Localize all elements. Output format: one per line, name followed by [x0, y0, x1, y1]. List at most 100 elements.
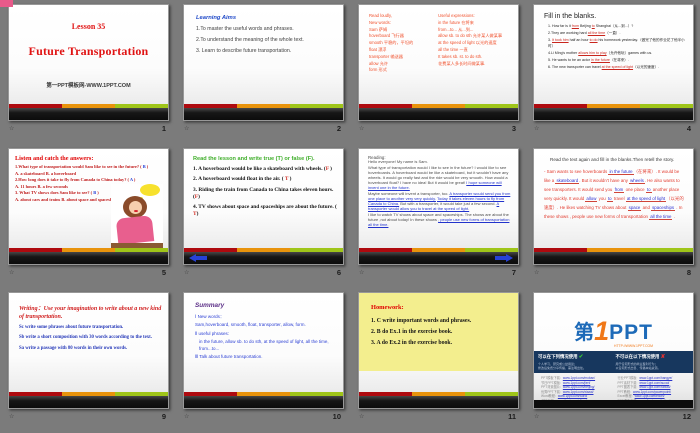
animation-star-icon: ☆	[184, 126, 189, 132]
slide-number: 10	[333, 412, 341, 421]
homework-item: 3. A do Ex.2 in the exercise book.	[371, 340, 512, 346]
lesson-label: Lesson 35	[9, 22, 168, 31]
aim-line: 3. Learn to describe future transportati…	[196, 48, 343, 54]
decor-bar	[184, 396, 343, 408]
slide-number: 4	[687, 124, 691, 133]
listening-line: 2.How long does it take to fly from Cana…	[15, 177, 166, 184]
writing-title: Writing：Use your imagination to write ab…	[19, 305, 162, 321]
decor-bar	[9, 396, 168, 408]
decor-bar	[359, 108, 518, 120]
slide-number: 2	[337, 124, 341, 133]
tf-item: 2. A hoverboard would float in the air. …	[193, 176, 339, 183]
listening-line: A. a skateboard B. a hoverboard	[15, 171, 166, 178]
slide-number: 1	[162, 124, 166, 133]
summary-line: Ⅱ useful phrases:	[195, 331, 337, 338]
slide-thumbnail-11[interactable]: Homework: 1. C write important words and…	[358, 292, 519, 409]
tf-item: 1. A hoverboard would be like a skateboa…	[193, 166, 339, 173]
slide-cell-6: Read the lesson and write true (T) or fa…	[175, 144, 350, 288]
slide-thumbnail-5[interactable]: Listen and catch the answers: 1.What typ…	[8, 148, 169, 265]
slide-thumbnail-12[interactable]: 第1PPT HTTP://WWW.1PPT.COM 可以在下列情况使用 ✔ 个人…	[533, 292, 694, 409]
allowed-title: 可以在下列情况使用	[538, 354, 578, 359]
corner-artifact	[0, 0, 13, 7]
check-icon: ✔	[579, 354, 584, 360]
thinking-woman-illustration	[111, 184, 163, 248]
slide-thumbnail-7[interactable]: Reading: Hello everyone! My name is Sam.…	[358, 148, 519, 265]
exercise-item: 3. It took him half an hour to do his ho…	[548, 38, 689, 49]
animation-star-icon: ☆	[359, 270, 364, 276]
summary-line: Ⅲ Talk about future transportation.	[195, 354, 337, 361]
animation-star-icon: ☆	[359, 414, 364, 420]
retell-title: Read the text again and fill in the blan…	[544, 157, 687, 162]
decor-bar	[9, 252, 168, 264]
forbidden-title: 不可以在以下情况使用	[616, 354, 660, 359]
slide-cell-5: Listen and catch the answers: 1.What typ…	[0, 144, 175, 288]
animation-star-icon: ☆	[534, 414, 539, 420]
thought-bubble	[140, 184, 160, 196]
learning-aims-heading: Learning Aims	[196, 15, 343, 21]
summary-line: in the future, allow sb. to do sth, at t…	[195, 339, 337, 353]
slide-cell-11: Homework: 1. C write important words and…	[350, 288, 525, 432]
slide-thumbnail-2[interactable]: Learning Aims 1.To master the useful wor…	[183, 4, 344, 121]
expressions-column: Useful expressions:in the future 在将来 fro…	[438, 13, 516, 104]
slide-number: 11	[508, 412, 516, 421]
exercise-item: 5. He wants to be an actor in the future…	[548, 58, 689, 64]
slide-thumbnail-6[interactable]: Read the lesson and write true (T) or fa…	[183, 148, 344, 265]
new-words-column: Read loudly,New words: Sam 萨姆hoverboard …	[369, 13, 438, 104]
reading-paragraph: Maybe someone will invent a transporter,…	[368, 192, 513, 212]
homework-item: 2. B do Ex.1 in the exercise book.	[371, 329, 512, 335]
slide-cell-1: Lesson 35 Future Transportation 第一PPT模板网…	[0, 0, 175, 144]
writing-task: Sc write some phrases about future trans…	[19, 325, 162, 332]
slide-cell-8: Read the text again and fill in the blan…	[525, 144, 700, 288]
writing-task: Sa write a passage with 80 words in thei…	[19, 346, 162, 353]
slide-sorter-grid: Lesson 35 Future Transportation 第一PPT模板网…	[0, 0, 700, 433]
slide-cell-7: Reading: Hello everyone! My name is Sam.…	[350, 144, 525, 288]
true-false-title: Read the lesson and write true (T) or fa…	[193, 156, 339, 162]
decor-bar	[359, 396, 518, 408]
exercise-item: 1. How far is it from Beijing to Shangha…	[548, 24, 689, 30]
animation-star-icon: ☆	[9, 270, 14, 276]
slide-number: 5	[162, 268, 166, 277]
slide-cell-3: Read loudly,New words: Sam 萨姆hoverboard …	[350, 0, 525, 144]
tf-item: 3. Riding the train from Canada to China…	[193, 187, 339, 202]
slide-thumbnail-4[interactable]: Fill in the blanks. 1. How far is it fro…	[533, 4, 694, 121]
exercise-item: 6. The new transporter can travel at the…	[548, 65, 689, 71]
slide-number: 12	[683, 412, 691, 421]
summary-line: Ⅰ New words：	[195, 314, 337, 321]
homework-heading: Homework:	[371, 304, 512, 311]
logo-url: HTTP://WWW.1PPT.COM	[534, 344, 693, 348]
slide-number: 9	[162, 412, 166, 421]
slide-thumbnail-9[interactable]: Writing：Use your imagination to write ab…	[8, 292, 169, 409]
decor-bar	[184, 252, 343, 264]
site-credit: 第一PPT模板网-WWW.1PPT.COM	[9, 81, 168, 89]
tf-item: 4. TV shows about space and spaceships a…	[193, 204, 339, 219]
animation-star-icon: ☆	[184, 414, 189, 420]
slide-number: 3	[512, 124, 516, 133]
slide-cell-10: Summary Ⅰ New words： Sam,hoverboard, smo…	[175, 288, 350, 432]
reading-paragraph: I like to watch TV shows about space and…	[368, 213, 513, 228]
next-arrow-icon	[495, 254, 513, 262]
slide-cell-4: Fill in the blanks. 1. How far is it fro…	[525, 0, 700, 144]
retell-body: - Sam wants to see hoverboards in the fu…	[544, 167, 687, 221]
1ppt-logo: 第1PPT	[534, 293, 693, 343]
decor-bar	[9, 108, 168, 120]
deck-title: Future Transportation	[9, 44, 168, 59]
slide-number: 6	[337, 268, 341, 277]
slide-thumbnail-10[interactable]: Summary Ⅰ New words： Sam,hoverboard, smo…	[183, 292, 344, 409]
writing-task: Sb write a short composition with 30 wor…	[19, 335, 162, 342]
animation-star-icon: ☆	[9, 126, 14, 132]
slide-thumbnail-1[interactable]: Lesson 35 Future Transportation 第一PPT模板网…	[8, 4, 169, 121]
animation-star-icon: ☆	[534, 126, 539, 132]
summary-heading: Summary	[195, 302, 337, 309]
slide-thumbnail-3[interactable]: Read loudly,New words: Sam 萨姆hoverboard …	[358, 4, 519, 121]
summary-line: Sam,hoverboard, smooth, float, transport…	[195, 322, 337, 329]
aim-line: 1.To master the useful words and phrases…	[196, 26, 343, 32]
slide-cell-12: 第1PPT HTTP://WWW.1PPT.COM 可以在下列情况使用 ✔ 个人…	[525, 288, 700, 432]
exercise-item: 2.They are working hard all the time（一直）…	[548, 31, 689, 37]
slide-thumbnail-8[interactable]: Read the text again and fill in the blan…	[533, 148, 694, 265]
animation-star-icon: ☆	[9, 414, 14, 420]
animation-star-icon: ☆	[359, 126, 364, 132]
cross-icon: ✘	[661, 354, 666, 360]
slide-cell-2: Learning Aims 1.To master the useful wor…	[175, 0, 350, 144]
back-arrow-icon	[189, 254, 207, 262]
decor-bar	[184, 108, 343, 120]
